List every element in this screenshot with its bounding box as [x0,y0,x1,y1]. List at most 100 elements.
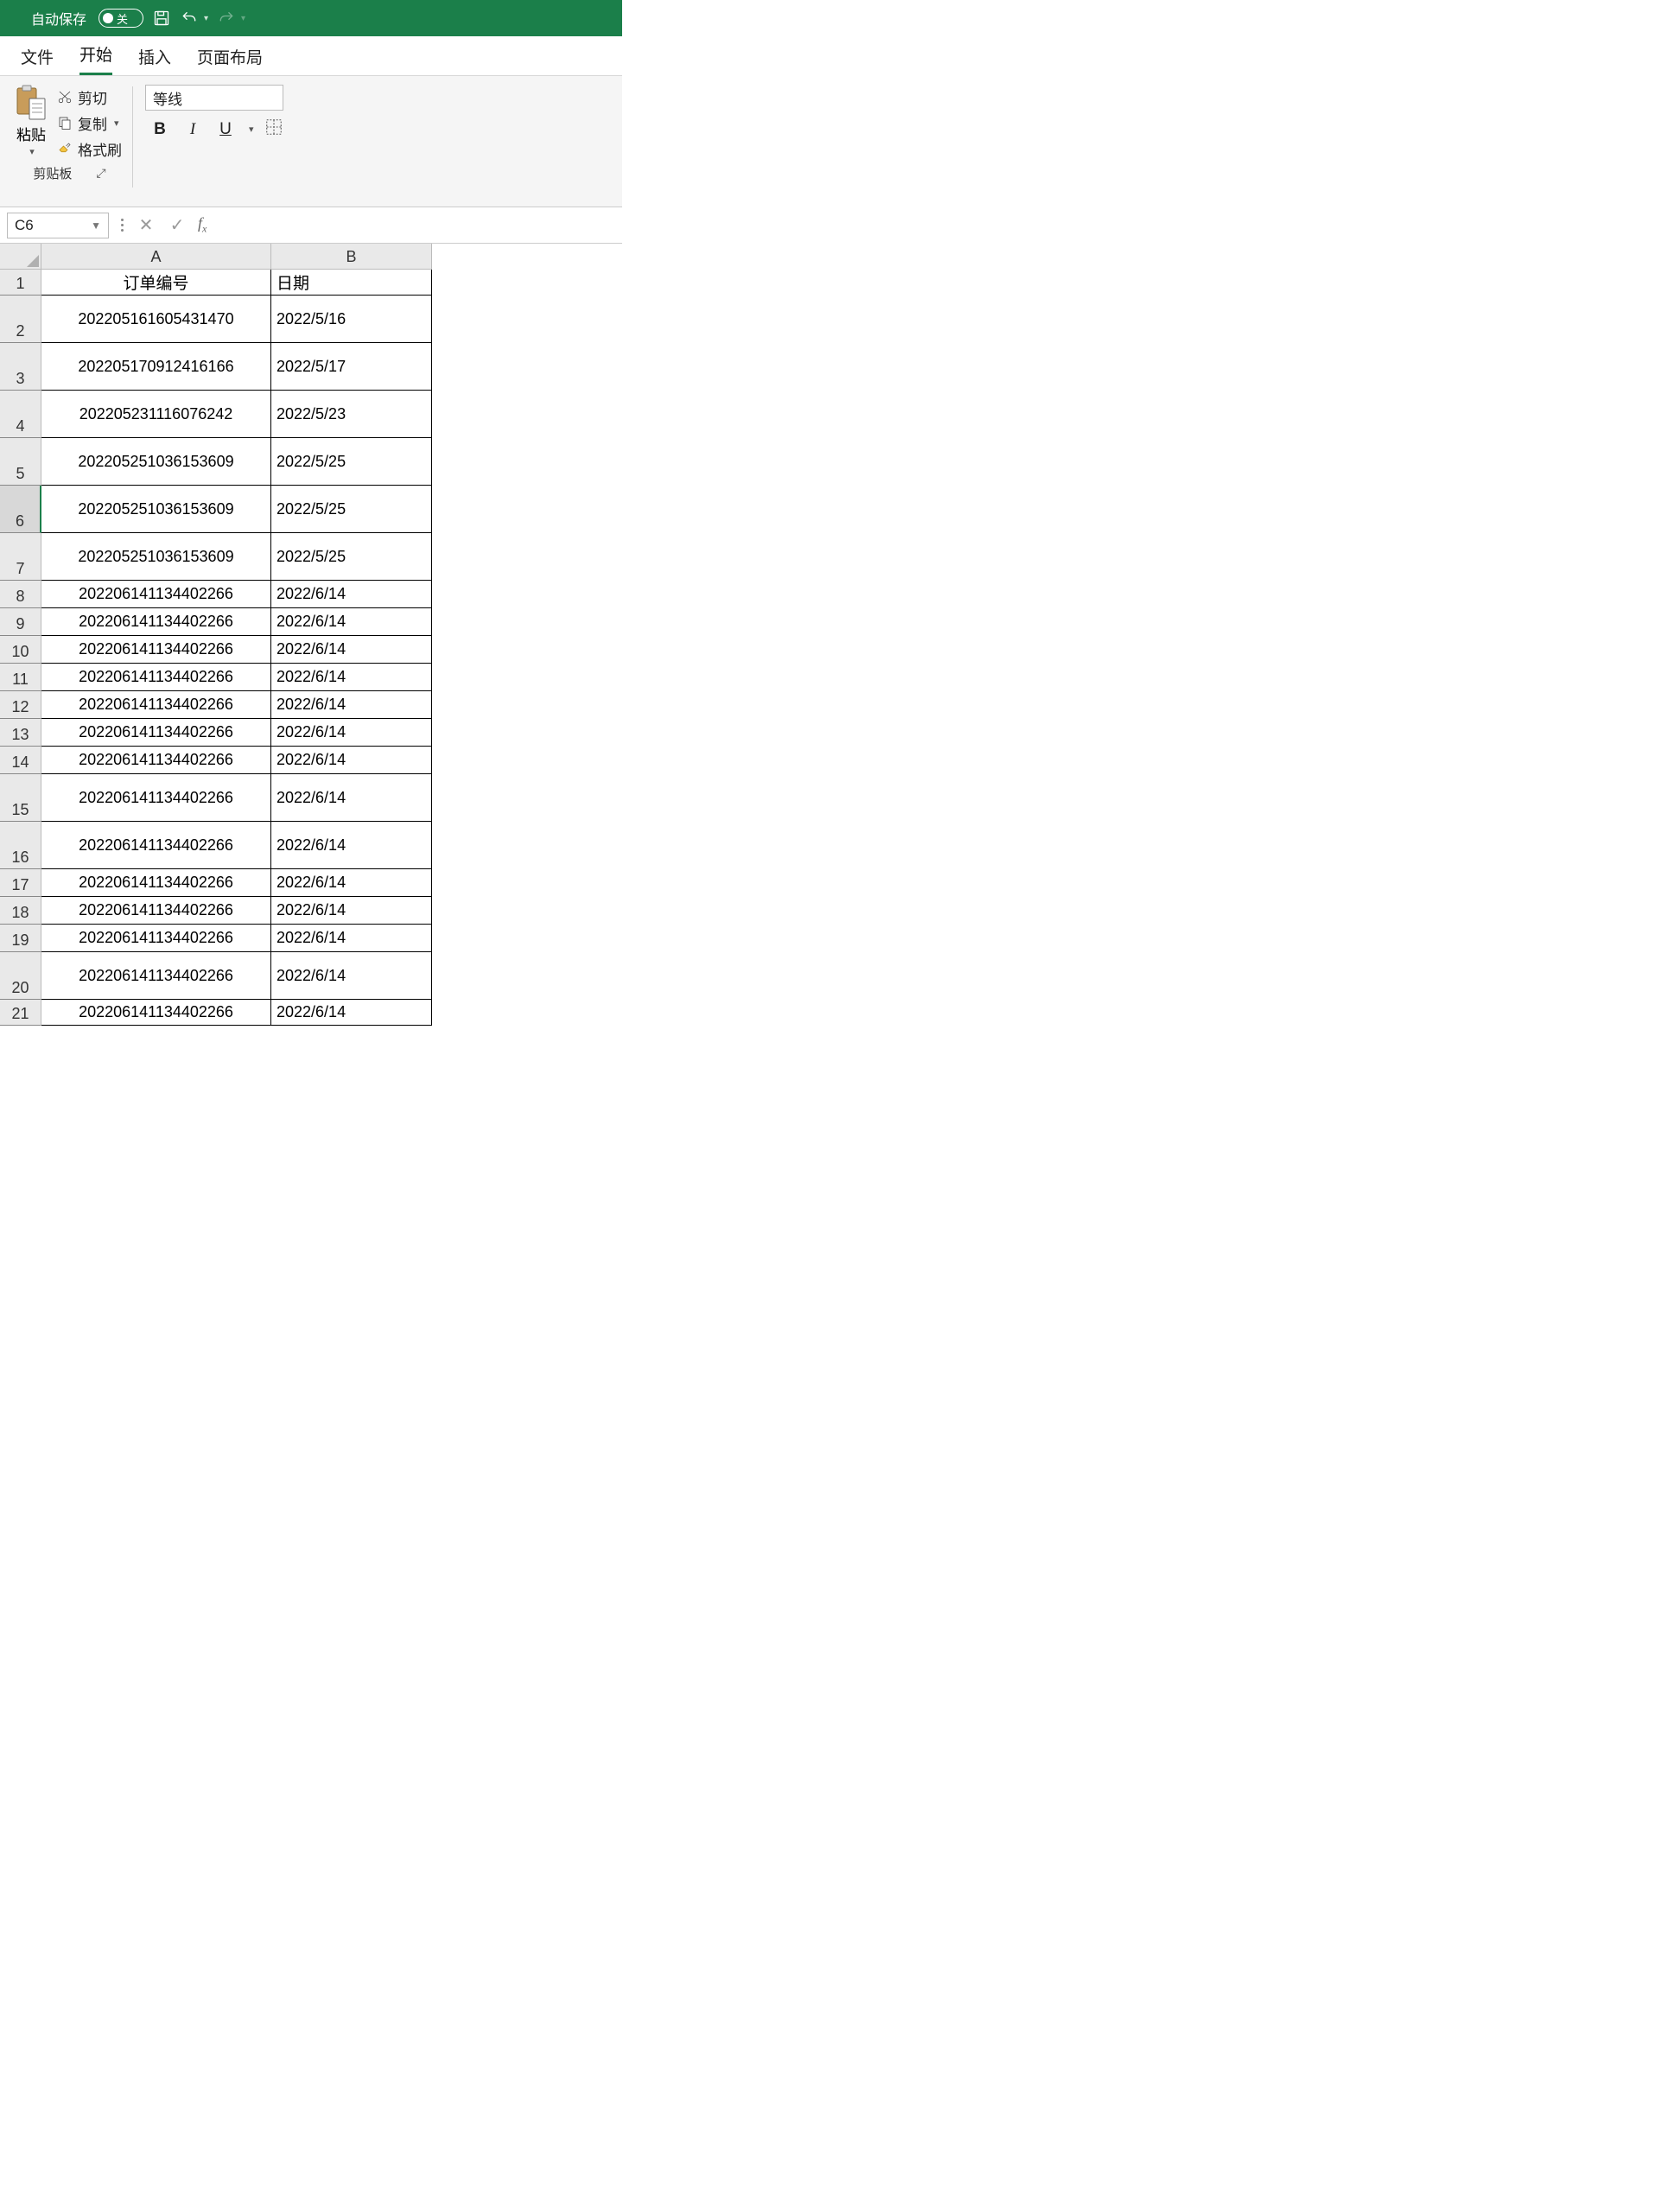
data-cell[interactable]: 202206141134402266 [41,747,271,774]
redo-icon[interactable] [217,9,236,28]
data-cell[interactable]: 202206141134402266 [41,869,271,897]
redo-dropdown[interactable]: ▾ [241,14,245,23]
data-cell[interactable]: 202206141134402266 [41,822,271,869]
data-cell[interactable]: 202205170912416166 [41,343,271,391]
data-cell[interactable]: 2022/6/14 [271,952,432,1000]
clipboard-group-label: 剪贴板 [33,164,72,182]
font-name-input[interactable] [145,85,283,111]
row-header[interactable]: 18 [0,897,41,925]
data-cell[interactable]: 2022/5/25 [271,486,432,533]
data-cell[interactable]: 2022/5/25 [271,438,432,486]
autosave-toggle[interactable]: 关 [99,9,143,28]
row-header[interactable]: 14 [0,747,41,774]
name-box[interactable]: C6 ▼ [7,213,109,238]
data-cell[interactable]: 202205231116076242 [41,391,271,438]
data-cell[interactable]: 202205251036153609 [41,486,271,533]
data-cell[interactable]: 2022/6/14 [271,822,432,869]
data-cell[interactable]: 202205251036153609 [41,533,271,581]
row-header[interactable]: 4 [0,391,41,438]
name-box-value: C6 [15,217,34,234]
underline-dropdown[interactable]: ▾ [249,124,254,135]
data-cell[interactable]: 202206141134402266 [41,897,271,925]
bold-button[interactable]: B [149,120,171,139]
data-cell[interactable]: 202206141134402266 [41,719,271,747]
select-all-corner[interactable] [0,244,41,270]
data-cell[interactable]: 202206141134402266 [41,608,271,636]
column-header-A[interactable]: A [41,244,271,270]
data-cell[interactable]: 2022/5/16 [271,296,432,343]
data-cell[interactable]: 2022/6/14 [271,691,432,719]
cut-label: 剪切 [78,86,107,108]
data-cell[interactable]: 2022/6/14 [271,581,432,608]
autosave-toggle-dot [103,13,113,23]
underline-button[interactable]: U [214,120,237,139]
data-cell[interactable]: 2022/6/14 [271,747,432,774]
worksheet-grid[interactable]: A B 1订单编号日期 22022051616054314702022/5/16 3… [0,244,622,1026]
data-cell[interactable]: 2022/6/14 [271,774,432,822]
row-header[interactable]: 7 [0,533,41,581]
row-header[interactable]: 11 [0,664,41,691]
header-cell[interactable]: 日期 [271,270,432,296]
row-header[interactable]: 20 [0,952,41,1000]
data-cell[interactable]: 2022/5/25 [271,533,432,581]
row-header[interactable]: 17 [0,869,41,897]
data-cell[interactable]: 2022/6/14 [271,869,432,897]
row-header[interactable]: 5 [0,438,41,486]
data-cell[interactable]: 202206141134402266 [41,581,271,608]
row-header[interactable]: 2 [0,296,41,343]
data-cell[interactable]: 2022/5/17 [271,343,432,391]
undo-icon[interactable] [180,9,199,28]
font-group: B I U ▾ [133,81,292,207]
row-header[interactable]: 10 [0,636,41,664]
fx-label[interactable]: fx [193,214,207,236]
row-header[interactable]: 21 [0,1000,41,1026]
row-header[interactable]: 16 [0,822,41,869]
row-header[interactable]: 19 [0,925,41,952]
italic-button[interactable]: I [181,120,204,139]
data-cell[interactable]: 202206141134402266 [41,636,271,664]
row-header[interactable]: 3 [0,343,41,391]
data-cell[interactable]: 2022/6/14 [271,636,432,664]
data-cell[interactable]: 202206141134402266 [41,691,271,719]
copy-dropdown[interactable]: ▾ [114,118,119,129]
name-box-dropdown[interactable]: ▼ [91,219,101,232]
data-cell[interactable]: 202205251036153609 [41,438,271,486]
header-cell[interactable]: 订单编号 [41,270,271,296]
row-header[interactable]: 15 [0,774,41,822]
data-cell[interactable]: 2022/6/14 [271,925,432,952]
data-cell[interactable]: 2022/6/14 [271,719,432,747]
data-cell[interactable]: 202206141134402266 [41,925,271,952]
data-cell[interactable]: 202206141134402266 [41,952,271,1000]
format-painter-button[interactable]: 格式刷 [54,137,125,161]
data-cell[interactable]: 2022/6/14 [271,664,432,691]
row-header[interactable]: 6 [0,486,41,533]
row-header[interactable]: 8 [0,581,41,608]
data-cell[interactable]: 2022/5/23 [271,391,432,438]
borders-button[interactable] [264,118,283,141]
cut-button[interactable]: 剪切 [54,85,125,109]
row-header[interactable]: 1 [0,270,41,296]
save-icon[interactable] [152,9,171,28]
paste-dropdown[interactable]: ▾ [29,146,35,157]
data-cell[interactable]: 2022/6/14 [271,1000,432,1026]
paste-button[interactable]: 粘贴 ▾ [14,81,48,157]
data-cell[interactable]: 202205161605431470 [41,296,271,343]
tab-file[interactable]: 文件 [21,45,54,75]
data-cell[interactable]: 202206141134402266 [41,774,271,822]
data-cell[interactable]: 2022/6/14 [271,608,432,636]
data-cell[interactable]: 2022/6/14 [271,897,432,925]
data-cell[interactable]: 202206141134402266 [41,1000,271,1026]
undo-dropdown[interactable]: ▾ [204,14,208,23]
enter-formula-button[interactable]: ✓ [162,214,193,236]
tab-insert[interactable]: 插入 [138,45,171,75]
column-header-B[interactable]: B [271,244,432,270]
data-cell[interactable]: 202206141134402266 [41,664,271,691]
row-header[interactable]: 13 [0,719,41,747]
tab-page-layout[interactable]: 页面布局 [197,45,263,75]
row-header[interactable]: 9 [0,608,41,636]
clipboard-dialog-launcher[interactable]: ⤢ [96,166,105,181]
copy-button[interactable]: 复制 ▾ [54,111,125,135]
cancel-formula-button[interactable]: ✕ [130,214,162,236]
row-header[interactable]: 12 [0,691,41,719]
tab-home[interactable]: 开始 [79,42,112,75]
